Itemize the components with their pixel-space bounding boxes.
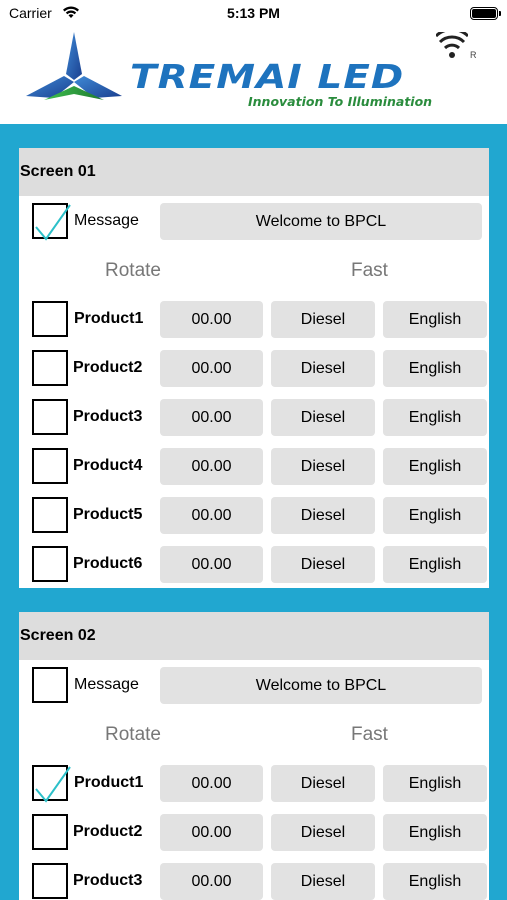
product-checkbox[interactable] bbox=[32, 546, 68, 582]
product-label: Product2 bbox=[73, 359, 143, 376]
product-label: Product1 bbox=[74, 774, 144, 791]
price-field[interactable]: 00.00 bbox=[160, 814, 263, 851]
fuel-button[interactable]: Diesel bbox=[271, 350, 375, 387]
status-bar: Carrier 5:13 PM bbox=[0, 0, 507, 28]
message-field[interactable]: Welcome to BPCL bbox=[160, 667, 482, 704]
language-button[interactable]: English bbox=[383, 301, 487, 338]
product-label: Product4 bbox=[73, 457, 143, 474]
price-field[interactable]: 00.00 bbox=[160, 863, 263, 900]
language-button[interactable]: English bbox=[383, 814, 487, 851]
price-field[interactable]: 00.00 bbox=[160, 546, 263, 583]
product-label: Product2 bbox=[73, 823, 143, 840]
product-label: Product6 bbox=[73, 555, 143, 572]
product-label: Product1 bbox=[74, 310, 144, 327]
price-field[interactable]: 00.00 bbox=[160, 301, 263, 338]
product-checkbox[interactable] bbox=[32, 448, 68, 484]
screen-title: Screen 01 bbox=[19, 148, 489, 196]
fuel-button[interactable]: Diesel bbox=[271, 448, 375, 485]
status-time: 5:13 PM bbox=[227, 5, 280, 21]
brand-tagline: Innovation To Illumination bbox=[248, 94, 433, 109]
main-content[interactable]: Screen 01 Message Welcome to BPCL Rotate… bbox=[0, 124, 507, 900]
product-label: Product3 bbox=[73, 408, 143, 425]
language-button[interactable]: English bbox=[383, 399, 487, 436]
price-field[interactable]: 00.00 bbox=[160, 448, 263, 485]
tremai-logo-icon bbox=[24, 30, 124, 107]
product-checkbox[interactable] bbox=[32, 863, 68, 899]
app-header: TREMAI LED Innovation To Illumination R bbox=[0, 28, 507, 124]
checkmark-icon bbox=[35, 766, 71, 803]
registered-mark: R bbox=[470, 50, 477, 60]
product-checkbox[interactable] bbox=[32, 765, 71, 803]
price-field[interactable]: 00.00 bbox=[160, 350, 263, 387]
fast-label: Fast bbox=[351, 260, 388, 281]
product-checkbox[interactable] bbox=[32, 301, 68, 337]
fuel-button[interactable]: Diesel bbox=[271, 399, 375, 436]
fuel-button[interactable]: Diesel bbox=[271, 301, 375, 338]
rotate-label: Rotate bbox=[105, 724, 161, 745]
language-button[interactable]: English bbox=[383, 497, 487, 534]
fuel-button[interactable]: Diesel bbox=[271, 863, 375, 900]
price-field[interactable]: 00.00 bbox=[160, 765, 263, 802]
battery-icon bbox=[470, 7, 501, 20]
language-button[interactable]: English bbox=[383, 350, 487, 387]
message-label: Message bbox=[74, 212, 139, 229]
message-field[interactable]: Welcome to BPCL bbox=[160, 203, 482, 240]
language-button[interactable]: English bbox=[383, 765, 487, 802]
product-checkbox[interactable] bbox=[32, 350, 68, 386]
message-checkbox[interactable] bbox=[32, 667, 68, 703]
checkmark-icon bbox=[35, 204, 71, 241]
message-checkbox[interactable] bbox=[32, 203, 71, 241]
fuel-button[interactable]: Diesel bbox=[271, 814, 375, 851]
language-button[interactable]: English bbox=[383, 546, 487, 583]
brand-name: TREMAI LED bbox=[130, 58, 405, 97]
fuel-button[interactable]: Diesel bbox=[271, 497, 375, 534]
product-label: Product3 bbox=[73, 872, 143, 889]
fast-label: Fast bbox=[351, 724, 388, 745]
product-checkbox[interactable] bbox=[32, 399, 68, 435]
language-button[interactable]: English bbox=[383, 448, 487, 485]
language-button[interactable]: English bbox=[383, 863, 487, 900]
price-field[interactable]: 00.00 bbox=[160, 497, 263, 534]
fuel-button[interactable]: Diesel bbox=[271, 546, 375, 583]
product-label: Product5 bbox=[73, 506, 143, 523]
wifi-signal-icon bbox=[434, 28, 470, 63]
message-label: Message bbox=[74, 676, 139, 693]
screen-card-2: Screen 02 Message Welcome to BPCL Rotate… bbox=[19, 612, 489, 900]
rotate-label: Rotate bbox=[105, 260, 161, 281]
product-checkbox[interactable] bbox=[32, 497, 68, 533]
screen-card-1: Screen 01 Message Welcome to BPCL Rotate… bbox=[19, 148, 489, 588]
screen-title: Screen 02 bbox=[19, 612, 489, 660]
fuel-button[interactable]: Diesel bbox=[271, 765, 375, 802]
price-field[interactable]: 00.00 bbox=[160, 399, 263, 436]
product-checkbox[interactable] bbox=[32, 814, 68, 850]
